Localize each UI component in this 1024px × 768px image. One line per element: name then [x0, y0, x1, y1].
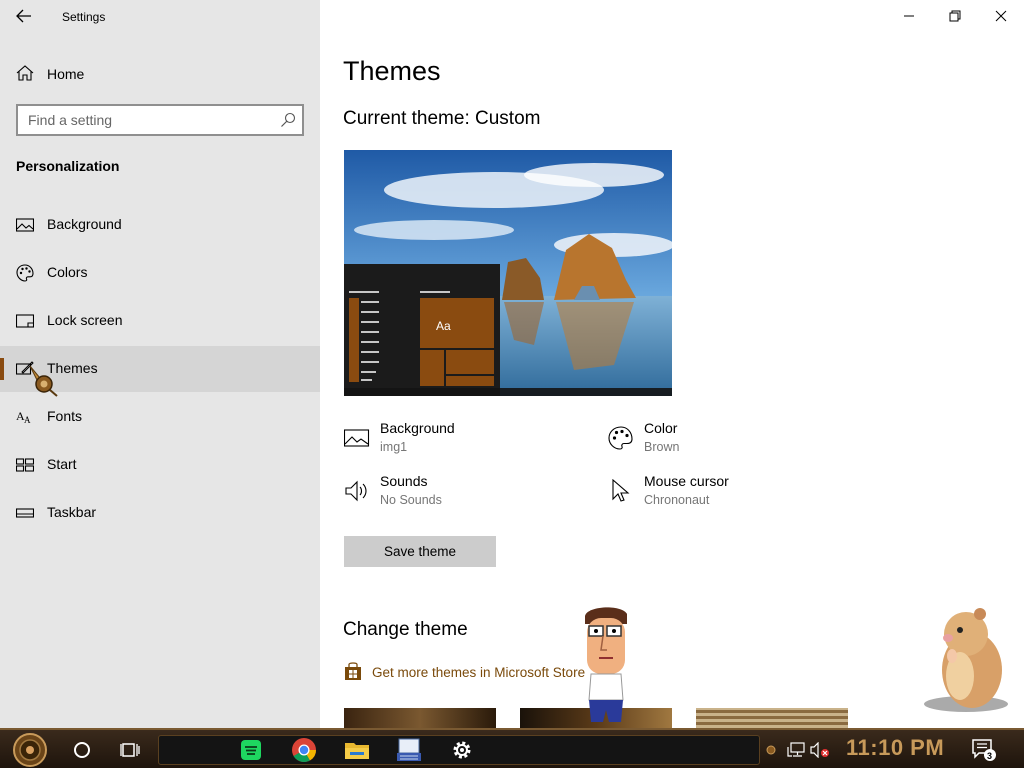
speaker-icon: [345, 480, 367, 502]
home-nav-item[interactable]: Home: [0, 58, 320, 88]
taskbar-clock[interactable]: 11:10 PM: [846, 735, 944, 761]
store-bag-icon: [345, 662, 361, 680]
sounds-property[interactable]: Sounds No Sounds: [344, 473, 584, 513]
page-title: Themes: [343, 56, 441, 86]
search-box[interactable]: [16, 104, 304, 136]
mouse-cursor-property-label: Mouse cursor: [644, 473, 729, 489]
cartoon-character-sprite: [585, 607, 627, 722]
color-property-label: Color: [644, 420, 678, 436]
file-explorer-taskbar-button[interactable]: [341, 734, 373, 766]
chrome-icon: [292, 738, 316, 763]
home-icon: [16, 65, 34, 81]
sidebar-item-label: Lock screen: [47, 312, 123, 328]
sidebar-item-colors[interactable]: Colors: [0, 250, 320, 296]
image-icon: [16, 218, 34, 232]
action-center-button[interactable]: 3: [968, 734, 1000, 766]
color-property-value: Brown: [644, 440, 680, 454]
restore-button[interactable]: [932, 0, 978, 32]
background-property-label: Background: [380, 420, 455, 436]
back-button[interactable]: [8, 4, 40, 28]
mouse-cursor-property[interactable]: Mouse cursor Chrononaut: [608, 473, 848, 513]
current-theme-label: Current theme:: [343, 108, 470, 129]
store-link-label: Get more themes in Microsoft Store: [372, 665, 586, 680]
sidebar-item-label: Taskbar: [47, 504, 97, 520]
settings-sidebar: Settings Home Personalization Background…: [0, 0, 320, 728]
app-title: Settings: [62, 10, 106, 24]
keyboard-app-taskbar-button[interactable]: [393, 734, 425, 766]
sidebar-item-lock-screen[interactable]: Lock screen: [0, 298, 320, 344]
section-title: Personalization: [16, 158, 120, 174]
volume-muted-icon: [810, 742, 829, 758]
back-arrow-icon: [16, 9, 31, 23]
task-view-icon: [120, 743, 140, 757]
settings-taskbar-button[interactable]: [446, 734, 478, 766]
search-icon[interactable]: [280, 112, 296, 128]
sidebar-item-background[interactable]: Background: [0, 202, 320, 248]
notification-count: 3: [987, 751, 992, 761]
palette-icon: [16, 264, 34, 282]
current-theme-name: Custom: [475, 108, 541, 129]
color-property[interactable]: Color Brown: [608, 420, 848, 460]
cortana-circle-icon: [74, 742, 90, 758]
theme-thumbnail[interactable]: [696, 708, 848, 728]
save-theme-button[interactable]: Save theme: [344, 536, 496, 567]
minimize-button[interactable]: [886, 0, 932, 32]
sidebar-item-fonts[interactable]: A A Fonts: [0, 394, 320, 440]
sidebar-item-label: Start: [47, 456, 77, 472]
show-hidden-icons-button[interactable]: [762, 734, 780, 766]
search-input[interactable]: [28, 111, 268, 129]
volume-tray-button[interactable]: [808, 734, 832, 766]
sidebar-item-label: Fonts: [47, 408, 83, 424]
taskbar: 11:10 PM 3: [0, 728, 1024, 768]
hamster-sprite: [924, 608, 1008, 712]
network-icon: [787, 742, 805, 757]
task-view-button[interactable]: [114, 734, 146, 766]
gear-icon: [453, 741, 471, 759]
themes-page: Themes Current theme: Custom Aa Backgrou…: [320, 0, 1024, 728]
current-theme-heading: Current theme: Custom: [343, 108, 540, 130]
lock-screen-icon: [16, 314, 34, 328]
sidebar-item-taskbar[interactable]: Taskbar: [0, 490, 320, 536]
sidebar-item-start[interactable]: Start: [0, 442, 320, 488]
image-icon: [344, 429, 370, 447]
fonts-icon: A A: [16, 409, 31, 425]
mouse-cursor-icon: [29, 365, 58, 397]
title-bar: Settings: [0, 0, 320, 32]
sidebar-item-label: Background: [47, 216, 122, 232]
preview-tile-text: Aa: [436, 319, 451, 333]
cortana-button[interactable]: [66, 734, 98, 766]
theme-preview-image: Aa: [344, 150, 672, 396]
palette-icon: [608, 426, 633, 450]
spotify-taskbar-button[interactable]: [235, 734, 267, 766]
keyboard-app-icon: [397, 738, 421, 761]
folder-icon: [345, 743, 369, 759]
background-property[interactable]: Background img1: [344, 420, 584, 460]
theme-thumbnail[interactable]: [344, 708, 496, 728]
restore-icon: [949, 10, 961, 22]
taskbar-icon: [16, 508, 34, 518]
mouse-cursor-property-value: Chrononaut: [644, 493, 710, 507]
sounds-property-value: No Sounds: [380, 493, 442, 507]
close-button[interactable]: [978, 0, 1024, 32]
svg-text:A: A: [24, 415, 31, 425]
start-icon: [16, 458, 34, 472]
notification-icon: 3: [972, 739, 996, 761]
minimize-icon: [904, 15, 914, 17]
theme-preview: Aa: [344, 150, 672, 396]
sounds-property-label: Sounds: [380, 473, 428, 489]
start-button[interactable]: [12, 732, 48, 768]
sidebar-item-label: Colors: [47, 264, 88, 280]
background-property-value: img1: [380, 440, 408, 454]
spotify-icon: [241, 740, 261, 760]
steampunk-start-orb-icon: [13, 733, 47, 767]
close-icon: [995, 10, 1007, 22]
cursor-arrow-icon: [612, 479, 630, 502]
network-tray-button[interactable]: [784, 734, 808, 766]
change-theme-heading: Change theme: [343, 619, 468, 640]
chrome-taskbar-button[interactable]: [288, 734, 320, 766]
home-label: Home: [47, 66, 85, 82]
bronze-orb-icon: [766, 745, 776, 755]
